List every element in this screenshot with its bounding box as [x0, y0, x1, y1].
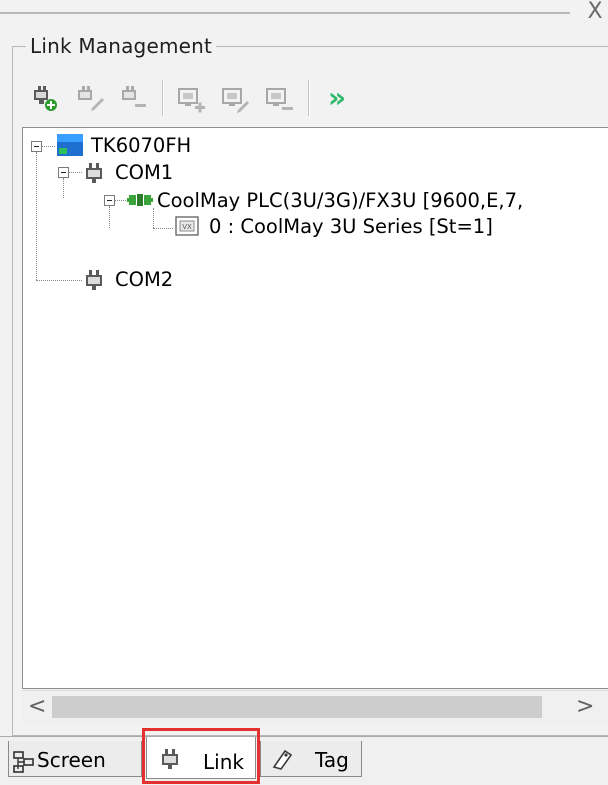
horizontal-scrollbar[interactable]: < >	[22, 690, 608, 725]
bottom-tab-bar: Screen Link Tag	[0, 736, 608, 785]
tab-screen-label: Screen	[37, 748, 106, 772]
tree-node-plc[interactable]: CoolMay PLC(3U/3G)/FX3U [9600,E,7,	[157, 188, 523, 214]
scroll-right-icon[interactable]: >	[576, 695, 594, 719]
link-tree-view[interactable]: TK6070FH COM1 CoolMay PLC(3U/3G)/FX3U [9…	[22, 127, 608, 689]
panel-title: Link Management	[26, 34, 217, 58]
com-port-icon	[83, 161, 107, 185]
edit-device-icon[interactable]	[218, 82, 252, 116]
toolbar-separator	[308, 80, 310, 116]
tab-tag[interactable]: Tag	[260, 741, 362, 777]
collapse-toggle[interactable]	[31, 141, 42, 152]
screen-tree-icon	[13, 749, 35, 773]
add-device-icon[interactable]	[174, 82, 208, 116]
tree-node-device[interactable]: 0 : CoolMay 3U Series [St=1]	[209, 214, 493, 240]
edit-link-icon[interactable]	[72, 82, 106, 116]
tab-tag-label: Tag	[315, 748, 349, 772]
tree-connector	[153, 208, 154, 228]
tree-node-com1[interactable]: COM1	[115, 160, 173, 186]
tab-screen[interactable]: Screen	[8, 741, 142, 777]
link-toolbar: »	[24, 72, 608, 124]
panel-top-border	[0, 12, 570, 14]
scrollbar-thumb[interactable]	[52, 696, 542, 718]
tree-connector	[36, 152, 37, 280]
tree-connector	[41, 146, 55, 147]
delete-link-icon[interactable]	[116, 82, 150, 116]
toolbar-separator	[162, 80, 164, 116]
delete-device-icon[interactable]	[262, 82, 296, 116]
tree-connector	[36, 280, 82, 281]
tree-node-com2[interactable]: COM2	[115, 267, 173, 293]
collapse-toggle[interactable]	[104, 195, 115, 206]
scroll-left-icon[interactable]: <	[28, 695, 46, 719]
tree-node-root[interactable]: TK6070FH	[91, 133, 191, 159]
hmi-device-icon	[57, 134, 83, 158]
svg-text:VX: VX	[182, 223, 192, 231]
plc-connector-icon	[127, 189, 153, 211]
tree-connector	[68, 172, 82, 173]
tree-connector	[153, 228, 173, 229]
close-icon[interactable]: X	[583, 0, 607, 26]
tree-connector	[109, 206, 110, 228]
forward-chevron-icon[interactable]: »	[320, 82, 354, 116]
device-station-icon: VX	[175, 216, 199, 236]
tree-connector	[63, 178, 64, 198]
com-port-icon	[83, 268, 107, 292]
tag-icon	[271, 747, 295, 771]
collapse-toggle[interactable]	[58, 167, 69, 178]
link-tab-highlight	[142, 728, 260, 784]
add-link-icon[interactable]	[28, 82, 62, 116]
tree-connector	[114, 200, 128, 201]
